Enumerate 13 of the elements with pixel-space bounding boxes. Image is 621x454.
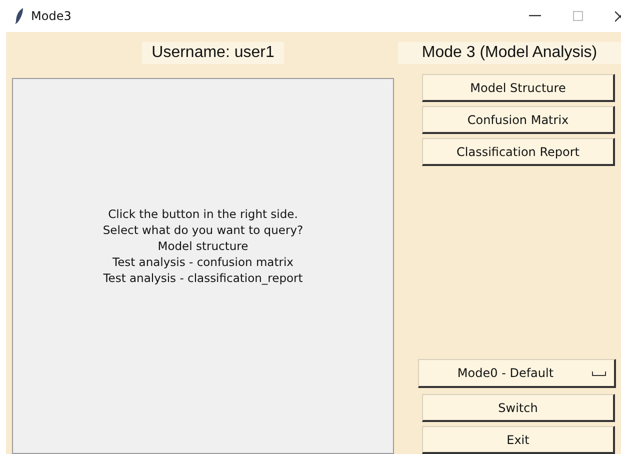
exit-button[interactable]: Exit (422, 426, 615, 454)
switch-button[interactable]: Switch (422, 394, 615, 422)
minimize-icon[interactable] (529, 15, 541, 17)
feather-icon (15, 8, 24, 24)
query-button[interactable]: Classification Report (422, 138, 615, 166)
username-label: Username: user1 (142, 42, 284, 64)
query-button[interactable]: Confusion Matrix (422, 106, 615, 134)
mode-dropdown[interactable]: Mode0 - Default (418, 359, 616, 388)
instruction-text: Click the button in the right side. Select what do you want to query? Model structure Test analysis - confusion matrix Test analysis - classification_report (102, 206, 304, 286)
query-button[interactable]: Model Structure (422, 74, 615, 102)
mode-label: Mode 3 (Model Analysis) (398, 42, 621, 64)
close-icon[interactable] (615, 10, 621, 22)
window-title: Mode3 (31, 9, 72, 23)
